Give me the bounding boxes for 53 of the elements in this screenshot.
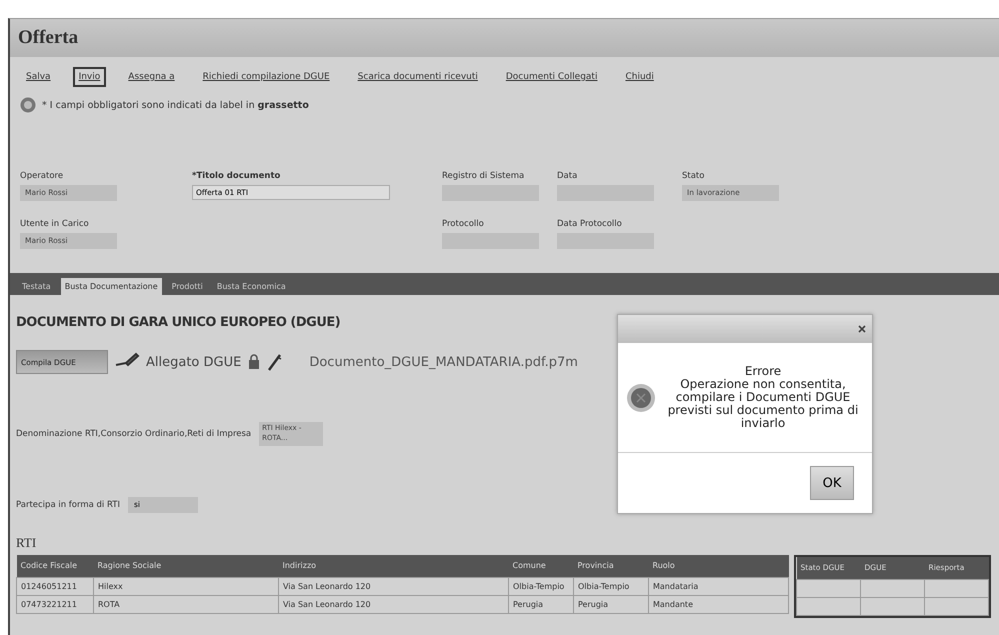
close-icon[interactable] — [858, 325, 866, 333]
info-icon — [20, 97, 36, 113]
ok-button[interactable]: OK — [810, 466, 854, 500]
field-label: Protocollo — [442, 219, 485, 229]
field-label: Registro di Sistema — [442, 171, 526, 181]
table-cell: ROTA — [94, 595, 278, 613]
lock-icon[interactable] — [247, 354, 262, 370]
tab[interactable]: Busta Economica — [212, 278, 290, 295]
field-label: Denominazione RTI,Consorzio Ordinario,Reti di Impresa — [16, 429, 252, 439]
toolbar-link[interactable]: Assegna a — [122, 67, 181, 87]
toolbar-link[interactable]: Scarica documenti ricevuti — [352, 67, 484, 87]
table-cell: Perugia — [508, 595, 574, 613]
column-header: Comune — [508, 555, 574, 577]
column-header: Ragione Sociale — [94, 555, 278, 577]
pen-icon[interactable] — [267, 352, 284, 372]
table-cell: 01246051211 — [16, 577, 94, 595]
tab[interactable]: Busta Documentazione — [60, 278, 162, 295]
error-icon — [626, 382, 656, 412]
field-label: *Titolo documento — [192, 171, 282, 181]
table-cell: Perugia — [574, 595, 648, 613]
field-label: Data — [557, 171, 578, 181]
column-header: Indirizzo — [278, 555, 508, 577]
table-cell: Olbia-Tempio — [574, 577, 648, 595]
field-label: Data Protocollo — [557, 219, 623, 229]
window-title: Offerta — [18, 27, 78, 49]
dialog-message: Operazione non consentita, compilare i Documenti DGUE previsti sul documento prima di inviarlo — [666, 378, 860, 430]
table-cell: Via San Leonardo 120 — [278, 577, 508, 595]
tab[interactable]: Testata — [18, 278, 55, 295]
toolbar-link[interactable]: Richiedi compilazione DGUE — [196, 67, 336, 87]
table-cell: Via San Leonardo 120 — [278, 595, 508, 613]
toolbar-link[interactable]: Invio — [72, 67, 106, 87]
field-label: Utente in Carico — [20, 219, 90, 229]
file-name: Documento_DGUE_MANDATARIA.pdf.p7m — [309, 354, 578, 370]
field-label: Operatore — [20, 171, 64, 181]
section-title: RTI — [16, 535, 36, 551]
table-cell: Hilexx — [94, 577, 278, 595]
column-header: Codice Fiscale — [16, 555, 94, 577]
toolbar-link[interactable]: Chiudi — [619, 67, 660, 87]
toolbar-link[interactable]: Documenti Collegati — [500, 67, 604, 87]
section-title: DOCUMENTO DI GARA UNICO EUROPEO (DGUE) — [16, 315, 340, 330]
table-cell: Mandataria — [648, 577, 788, 595]
table-cell: Mandante — [648, 595, 788, 613]
required-fields-note: * I campi obbligatori sono indicati da label in grassetto — [42, 100, 309, 110]
column-header: Ruolo — [648, 555, 788, 577]
table-cell: 07473221211 — [16, 595, 94, 613]
attachment-label: Allegato DGUE — [146, 354, 242, 370]
field-label: Partecipa in forma di RTI — [16, 500, 120, 510]
column-header: Provincia — [574, 555, 648, 577]
table-cell: Olbia-Tempio — [508, 577, 574, 595]
dialog-title: Errore — [744, 365, 782, 378]
field-label: Stato — [682, 171, 706, 181]
tab[interactable]: Prodotti — [168, 278, 207, 295]
toolbar-link[interactable]: Salva — [20, 67, 57, 87]
